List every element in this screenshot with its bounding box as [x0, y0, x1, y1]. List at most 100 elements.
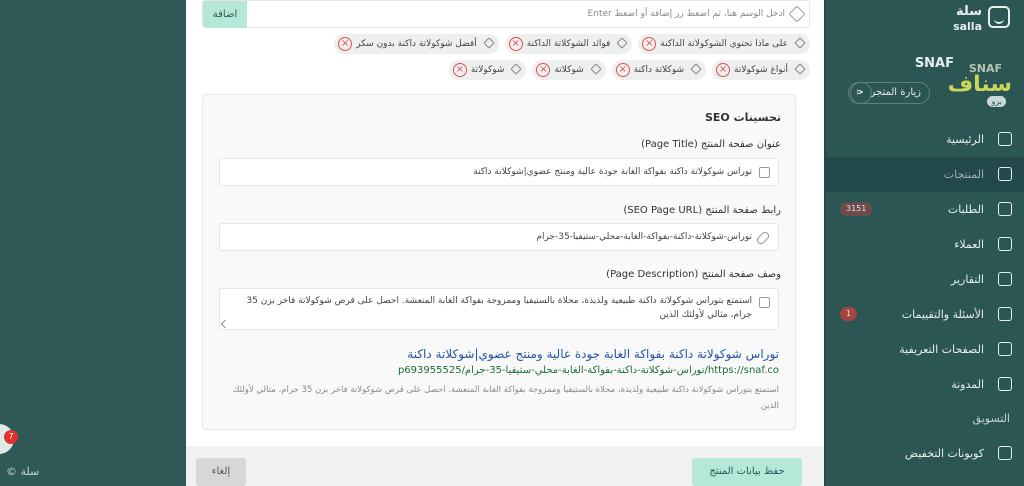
backdrop-overlay: 7 © سلة	[0, 0, 186, 486]
chat-icon	[998, 307, 1012, 321]
search-preview-url: https://snaf.co/توراس-شوكلاتة-داكنة-بفوا…	[397, 365, 779, 376]
tag-icon	[794, 63, 806, 75]
sidebar-item-label: الأسئلة والتقييمات	[901, 308, 984, 321]
tag-chip-label: أفضل شوكولاتة داكنة بدون سكر	[356, 39, 477, 49]
tag-chip: أفضل شوكولاتة داكنة بدون سكر ×	[334, 34, 499, 54]
chart-icon	[998, 272, 1012, 286]
sidebar-item-questions-reviews[interactable]: الأسئلة والتقييمات 1	[826, 297, 1024, 332]
tag-chip-label: أنواع شوكولاتة	[734, 65, 788, 75]
tag-chip-row: على ماذا تحتوي الشوكولاتة الداكنة × فوائد …	[202, 34, 810, 54]
seo-url-label: رابط صفحة المنتج (SEO Page URL)	[623, 205, 781, 216]
tag-icon	[690, 63, 702, 75]
home-icon	[998, 132, 1012, 146]
tag-icon	[483, 37, 495, 49]
remove-tag-icon[interactable]: ×	[615, 63, 630, 77]
tag-input-placeholder: ادخل الوسم هنا، ثم اضغط زر إضافة أو اضغط…	[587, 9, 785, 19]
sidebar-item-home[interactable]: الرئيسية	[826, 122, 1024, 157]
tag-chip: أنواع شوكولاتة ×	[712, 60, 810, 80]
cancel-button[interactable]: إلغاء	[196, 458, 246, 486]
sidebar-item-blog[interactable]: المدونة	[826, 367, 1024, 402]
seo-section: تحسينات SEO عنوان صفحة المنتج (Page Titl…	[202, 94, 796, 430]
tag-chip: شوكولاتة ×	[448, 60, 527, 80]
search-preview-description: استمتع بتوراس شوكولاتة داكنة طبيعية ولذي…	[232, 385, 779, 411]
tag-chip-label: شوكلاتة	[554, 65, 584, 75]
sidebar-item-label: المدونة	[951, 378, 984, 391]
tag-chip: شوكلاتة ×	[532, 60, 606, 80]
tag-chip-label: شوكولاتة	[470, 65, 505, 75]
product-edit-modal: ادخل الوسم هنا، ثم اضغط زر إضافة أو اضغط…	[186, 0, 826, 486]
salla-logo[interactable]: سلة salla	[950, 4, 1010, 40]
remove-tag-icon[interactable]: ×	[716, 63, 731, 77]
sidebar-item-reports[interactable]: التقارير	[826, 262, 1024, 297]
footer-brand: © سلة	[6, 465, 40, 478]
seo-url-input[interactable]: توراس-شوكلاتة-داكنة-بفواكة-الغابة-محلي-س…	[219, 223, 779, 251]
salla-logo-icon	[988, 6, 1010, 28]
page-title-label: عنوان صفحة المنتج (Page Title)	[641, 139, 781, 150]
search-preview-title: توراس شوكولاتة داكنة بفواكة الغابة جودة …	[407, 347, 779, 361]
sidebar-item-label: الصفحات التعريفية	[899, 343, 984, 356]
orders-count-badge: 3151	[840, 202, 873, 216]
sidebar-item-customers[interactable]: العملاء	[826, 227, 1024, 262]
tag-icon	[998, 167, 1012, 181]
add-tag-button[interactable]: اضافة	[203, 1, 247, 28]
visit-store-label: زيارة المتجر	[870, 87, 921, 98]
seo-section-title: تحسينات SEO	[704, 111, 781, 124]
sidebar-item-orders[interactable]: الطلبات 3151	[826, 192, 1024, 227]
link-icon	[755, 230, 771, 246]
page-title-input[interactable]: توراس شوكولاتة داكنة بفواكة الغابة جودة …	[219, 158, 779, 186]
blog-icon	[998, 377, 1012, 391]
tag-icon	[510, 63, 523, 75]
sidebar-item-label: الرئيسية	[946, 133, 984, 146]
tag-icon	[616, 37, 628, 49]
modal-footer: حفظ بيانات المنتج إلغاء	[186, 446, 826, 486]
sidebar-item-coupons[interactable]: كوبونات التخفيض	[826, 436, 1024, 471]
sidebar-item-label: التقارير	[950, 273, 984, 286]
tag-chip-label: على ماذا تحتوي الشوكولاتة الداكنة	[660, 39, 788, 49]
share-icon[interactable]: ⋖	[848, 82, 872, 104]
tag-chips: على ماذا تحتوي الشوكولاتة الداكنة × فوائد …	[202, 34, 810, 86]
tag-chip: فوائد الشوكلاتة الداكنة ×	[504, 34, 633, 54]
sidebar-item-label: المنتجات	[943, 168, 984, 181]
tag-chip: على ماذا تحتوي الشوكولاتة الداكنة ×	[638, 34, 810, 54]
store-logo-big: سناف	[947, 72, 1012, 97]
remove-tag-icon[interactable]: ×	[642, 37, 657, 51]
page-icon	[998, 342, 1012, 356]
main-sidebar: سلة salla SNAF SNAF سناف برو زيارة المتج…	[824, 0, 1024, 486]
resize-handle[interactable]	[220, 319, 230, 329]
page-title-value: توراس شوكولاتة داكنة بفواكة الغابة جودة …	[473, 167, 752, 177]
tag-chip: شوكلاتة داكنة ×	[611, 60, 707, 80]
cart-icon	[998, 202, 1012, 216]
save-product-button[interactable]: حفظ بيانات المنتج	[692, 458, 802, 486]
sidebar-item-label: الطلبات	[947, 203, 984, 216]
logo-text: سلة	[956, 4, 982, 19]
remove-tag-icon[interactable]: ×	[338, 37, 353, 51]
page-description-textarea[interactable]: استمتع بتوراس شوكولاتة داكنة طبيعية ولذي…	[219, 288, 779, 330]
tag-icon	[589, 63, 602, 75]
tag-chip-label: شوكلاتة داكنة	[633, 65, 685, 75]
remove-tag-icon[interactable]: ×	[452, 63, 467, 77]
page-description-value: استمتع بتوراس شوكولاتة داكنة طبيعية ولذي…	[246, 296, 752, 320]
store-plan-badge: برو	[987, 96, 1006, 107]
remove-tag-icon[interactable]: ×	[508, 37, 523, 51]
tag-chip-row: أنواع شوكولاتة × شوكلاتة داكنة × شوكلاتة × شوك…	[202, 60, 810, 80]
sidebar-item-label: العملاء	[954, 238, 984, 251]
coupon-icon	[998, 446, 1012, 460]
description-icon	[759, 297, 770, 308]
sidebar-item-pages[interactable]: الصفحات التعريفية	[826, 332, 1024, 367]
sidebar-item-products[interactable]: المنتجات	[826, 157, 1024, 192]
sidebar-section-marketing: التسويق	[972, 412, 1010, 425]
tag-input[interactable]: ادخل الوسم هنا، ثم اضغط زر إضافة أو اضغط…	[202, 0, 810, 28]
questions-count-badge: 1	[840, 307, 858, 321]
sidebar-nav: الرئيسية المنتجات الطلبات 3151 العملاء ا…	[826, 122, 1024, 471]
page-description-label: وصف صفحة المنتج (Page Description)	[606, 269, 781, 280]
store-name: SNAF	[914, 56, 954, 71]
tag-chip-label: فوائد الشوكلاتة الداكنة	[526, 39, 611, 49]
logo-subtext: salla	[953, 20, 982, 33]
users-icon	[998, 237, 1012, 251]
remove-tag-icon[interactable]: ×	[536, 63, 551, 77]
tag-icon	[794, 37, 806, 49]
tag-icon	[788, 5, 806, 23]
title-icon	[759, 167, 770, 178]
chat-notification-badge: 7	[4, 430, 18, 444]
seo-url-value: توراس-شوكلاتة-داكنة-بفواكة-الغابة-محلي-س…	[536, 232, 752, 242]
